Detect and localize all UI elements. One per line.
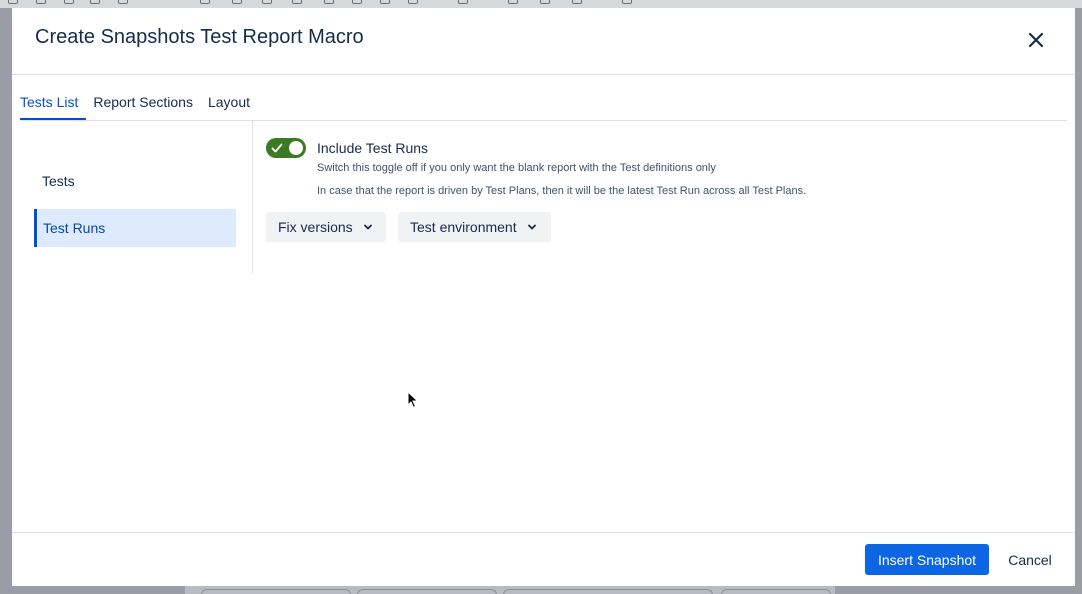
toggle-label: Include Test Runs	[317, 140, 429, 156]
tab-tests-list[interactable]: Tests List	[20, 94, 87, 120]
toggle-knob	[289, 141, 303, 155]
background-pill	[721, 589, 831, 594]
toolbar-icon	[352, 0, 362, 4]
check-icon	[271, 143, 283, 153]
background-pill	[357, 589, 497, 594]
close-icon	[1028, 32, 1044, 48]
background-page-strip	[185, 586, 835, 594]
include-test-runs-toggle[interactable]	[266, 138, 306, 158]
toolbar-icon	[324, 0, 334, 4]
tab-bar: Tests List Report Sections Layout	[20, 94, 1067, 121]
toolbar-icon	[380, 0, 390, 4]
toolbar-icon	[458, 0, 468, 4]
toolbar-icon	[118, 0, 128, 4]
toolbar-icon	[540, 0, 550, 4]
toolbar-icon	[622, 0, 632, 4]
toggle-note: In case that the report is driven by Tes…	[317, 185, 807, 197]
dropdown-label: Fix versions	[278, 219, 353, 235]
test-environment-dropdown[interactable]: Test environment	[398, 212, 551, 242]
create-snapshot-dialog: Create Snapshots Test Report Macro Tests…	[12, 8, 1075, 586]
chevron-down-icon	[527, 219, 537, 235]
insert-snapshot-button[interactable]: Insert Snapshot	[865, 544, 989, 575]
background-pill	[201, 589, 351, 594]
toolbar-icon	[200, 0, 210, 4]
toolbar-icon	[8, 0, 18, 4]
dialog-header: Create Snapshots Test Report Macro	[12, 8, 1075, 75]
tab-layout[interactable]: Layout	[208, 94, 258, 118]
side-nav-item-tests[interactable]: Tests	[34, 162, 236, 200]
dialog-title: Create Snapshots Test Report Macro	[35, 26, 364, 48]
toggle-description: Switch this toggle off if you only want …	[317, 162, 716, 174]
toolbar-icon	[232, 0, 242, 4]
close-button[interactable]	[1024, 28, 1048, 52]
tab-report-sections[interactable]: Report Sections	[93, 94, 201, 118]
side-nav: Tests Test Runs	[34, 120, 253, 274]
toolbar-icon	[90, 0, 100, 4]
background-editor-toolbar	[0, 0, 1082, 8]
mouse-cursor-icon	[407, 391, 419, 409]
fix-versions-dropdown[interactable]: Fix versions	[266, 212, 386, 242]
toolbar-icon	[508, 0, 518, 4]
dropdown-label: Test environment	[410, 219, 517, 235]
toolbar-icon	[36, 0, 46, 4]
cancel-button[interactable]: Cancel	[1000, 544, 1060, 575]
side-nav-item-test-runs[interactable]: Test Runs	[34, 209, 236, 247]
toolbar-icon	[292, 0, 302, 4]
toolbar-icon	[572, 0, 582, 4]
dialog-footer: Insert Snapshot Cancel	[12, 532, 1075, 587]
toolbar-icon	[262, 0, 272, 4]
background-pill	[503, 589, 713, 594]
toolbar-icon	[64, 0, 74, 4]
toolbar-icon	[408, 0, 418, 4]
chevron-down-icon	[363, 219, 373, 235]
